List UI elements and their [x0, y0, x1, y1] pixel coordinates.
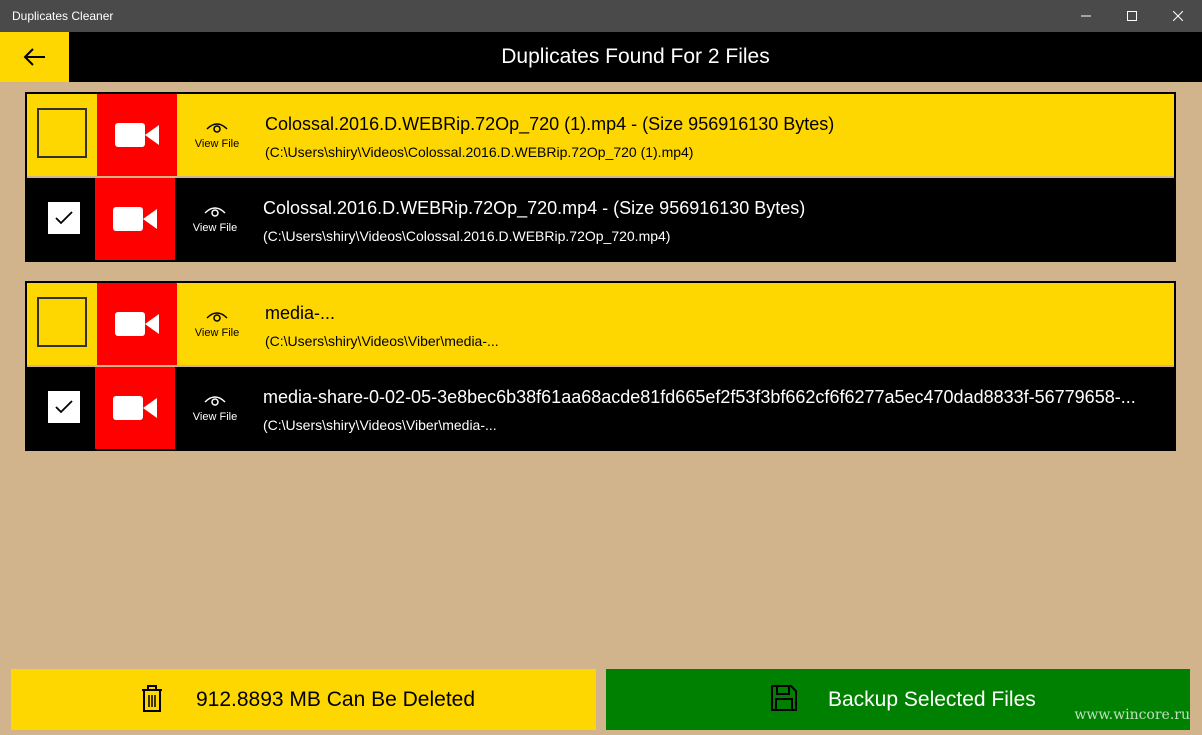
select-checkbox[interactable] — [48, 202, 80, 234]
watermark: www.wincore.ru — [1074, 707, 1190, 723]
eye-icon — [204, 207, 226, 217]
file-name: Colossal.2016.D.WEBRip.72Op_720 (1).mp4 … — [265, 114, 835, 134]
maximize-button[interactable] — [1109, 0, 1155, 32]
duplicate-group-1: View File Colossal.2016.D.WEBRip.72Op_72… — [25, 92, 1176, 262]
eye-icon — [206, 312, 228, 322]
video-camera-icon — [115, 123, 159, 147]
view-file-button[interactable]: View File — [177, 283, 257, 365]
view-file-label: View File — [192, 411, 238, 423]
file-name: Colossal.2016.D.WEBRip.72Op_720.mp4 - (S… — [263, 198, 806, 218]
close-icon — [1173, 11, 1183, 21]
file-row: View File media-share-0-02-05-3e8bec6b38… — [27, 367, 1174, 449]
file-path: (C:\Users\shiry\Videos\Colossal.2016.D.W… — [265, 144, 694, 160]
file-name: media-... — [265, 303, 336, 323]
duplicate-group-2: View File media-... (C:\Users\shiry\Vide… — [25, 281, 1176, 451]
file-row: View File Colossal.2016.D.WEBRip.72Op_72… — [27, 94, 1174, 176]
backup-selected-label: Backup Selected Files — [828, 688, 1036, 711]
eye-icon — [206, 123, 228, 133]
view-file-button[interactable]: View File — [175, 178, 255, 260]
page-title: Duplicates Found For 2 Files — [501, 45, 770, 68]
back-button[interactable] — [0, 32, 69, 82]
select-checkbox[interactable] — [37, 108, 87, 158]
window-title: Duplicates Cleaner — [12, 9, 114, 23]
maximize-icon — [1127, 11, 1137, 21]
select-checkbox[interactable] — [37, 297, 87, 347]
file-row: View File media-... (C:\Users\shiry\Vide… — [27, 283, 1174, 365]
save-icon — [771, 685, 797, 711]
file-name: media-share-0-02-05-3e8bec6b38f61aa68acd… — [263, 387, 1136, 407]
minimize-icon — [1081, 15, 1091, 17]
header-bar: Duplicates Found For 2 Files — [0, 32, 1202, 82]
arrow-left-icon — [23, 48, 45, 66]
close-button[interactable] — [1155, 0, 1201, 32]
video-camera-icon — [113, 207, 157, 231]
video-thumbnail — [95, 367, 175, 449]
view-file-label: View File — [194, 138, 240, 150]
video-thumbnail — [97, 283, 177, 365]
file-path: (C:\Users\shiry\Videos\Colossal.2016.D.W… — [263, 228, 671, 244]
view-file-label: View File — [194, 327, 240, 339]
eye-icon — [204, 396, 226, 406]
video-thumbnail — [97, 94, 177, 176]
trash-icon — [142, 685, 162, 712]
checkmark-icon — [55, 400, 73, 414]
delete-summary-label: 912.8893 MB Can Be Deleted — [196, 688, 476, 711]
video-thumbnail — [95, 178, 175, 260]
video-camera-icon — [115, 312, 159, 336]
file-path: (C:\Users\shiry\Videos\Viber\media-... — [263, 417, 497, 433]
delete-summary-button[interactable]: 912.8893 MB Can Be Deleted — [11, 669, 596, 730]
file-path: (C:\Users\shiry\Videos\Viber\media-... — [265, 333, 499, 349]
view-file-button[interactable]: View File — [175, 367, 255, 449]
view-file-button[interactable]: View File — [177, 94, 257, 176]
file-row: View File Colossal.2016.D.WEBRip.72Op_72… — [27, 178, 1174, 260]
video-camera-icon — [113, 396, 157, 420]
title-bar: Duplicates Cleaner — [0, 0, 1202, 32]
checkmark-icon — [55, 211, 73, 225]
view-file-label: View File — [192, 222, 238, 234]
minimize-button[interactable] — [1063, 0, 1109, 32]
select-checkbox[interactable] — [48, 391, 80, 423]
